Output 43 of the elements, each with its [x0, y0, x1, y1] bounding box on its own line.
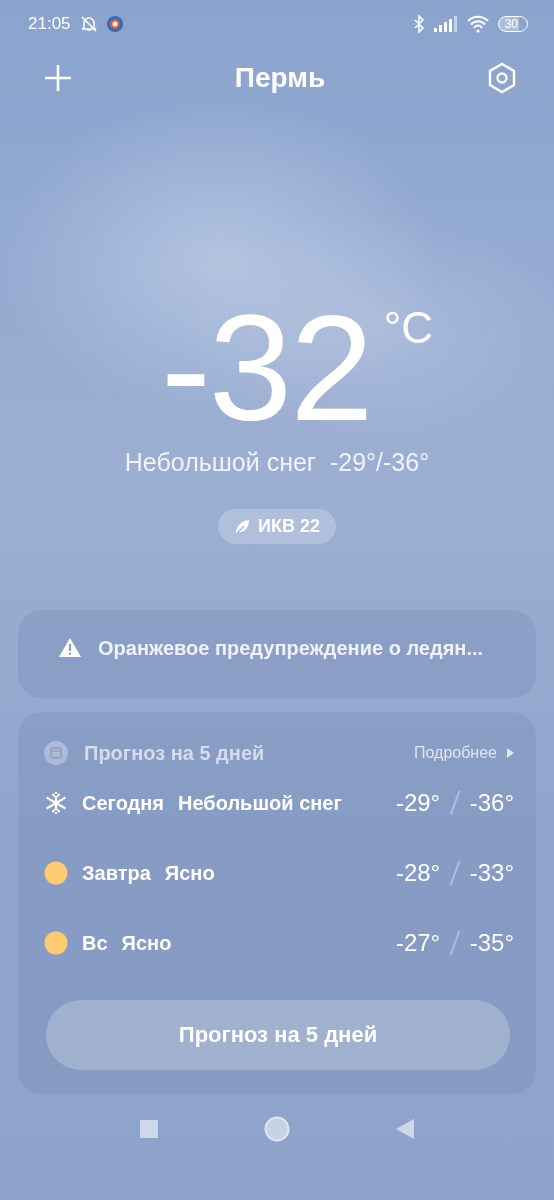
forecast-day: Завтра: [82, 861, 151, 885]
temperature-unit: °C: [383, 306, 434, 350]
low-temperature: -33°: [469, 859, 514, 887]
add-city-button[interactable]: [42, 62, 74, 94]
forecast-condition: Небольшой снег: [178, 791, 342, 815]
high-temperature: -28°: [395, 859, 441, 887]
home-icon[interactable]: [264, 1116, 290, 1142]
air-quality-index: ИКВ 22: [258, 516, 320, 537]
sun-icon: [44, 861, 68, 885]
forecast-condition: Ясно: [121, 931, 172, 955]
forecast-title: Прогноз на 5 дней: [84, 741, 265, 765]
recents-icon[interactable]: [140, 1120, 158, 1138]
caret-icon: [506, 748, 514, 758]
city-title: Пермь: [234, 62, 326, 94]
signal-icon: [433, 16, 458, 32]
forecast-day: Вс: [82, 931, 108, 955]
sun-icon: [44, 931, 68, 955]
wifi-icon: [465, 15, 490, 33]
app-notification-icon: [106, 16, 123, 32]
snowflake-icon: [44, 791, 68, 815]
status-time: 21:05: [28, 14, 71, 34]
muted-bell-icon: [78, 15, 99, 33]
settings-button[interactable]: [486, 62, 518, 94]
alert-text: Оранжевое предупреждение о ледян...: [98, 637, 484, 660]
forecast-day: Сегодня: [82, 791, 165, 815]
bluetooth-icon: [411, 15, 426, 33]
air-quality-badge[interactable]: ИКВ 22: [218, 509, 336, 544]
high-temperature: -29°: [395, 789, 441, 817]
warning-icon: [58, 637, 82, 657]
current-temperature: -32: [160, 308, 372, 428]
low-temperature: -35°: [469, 929, 514, 957]
weather-alert-card[interactable]: Оранжевое предупреждение о ледян...: [18, 610, 536, 698]
leaf-icon: [234, 518, 250, 535]
calendar-icon: [44, 741, 68, 765]
forecast-condition: Ясно: [164, 861, 215, 885]
high-temperature: -27°: [395, 929, 441, 957]
weather-condition: Небольшой снег: [124, 448, 316, 477]
temperature-range: -29°/-36°: [329, 448, 430, 477]
battery-indicator: 30: [497, 16, 528, 32]
more-link[interactable]: Подробнее: [414, 744, 514, 762]
back-icon[interactable]: [396, 1119, 414, 1139]
low-temperature: -36°: [469, 789, 514, 817]
forecast-button[interactable]: Прогноз на 5 дней: [46, 1000, 510, 1070]
